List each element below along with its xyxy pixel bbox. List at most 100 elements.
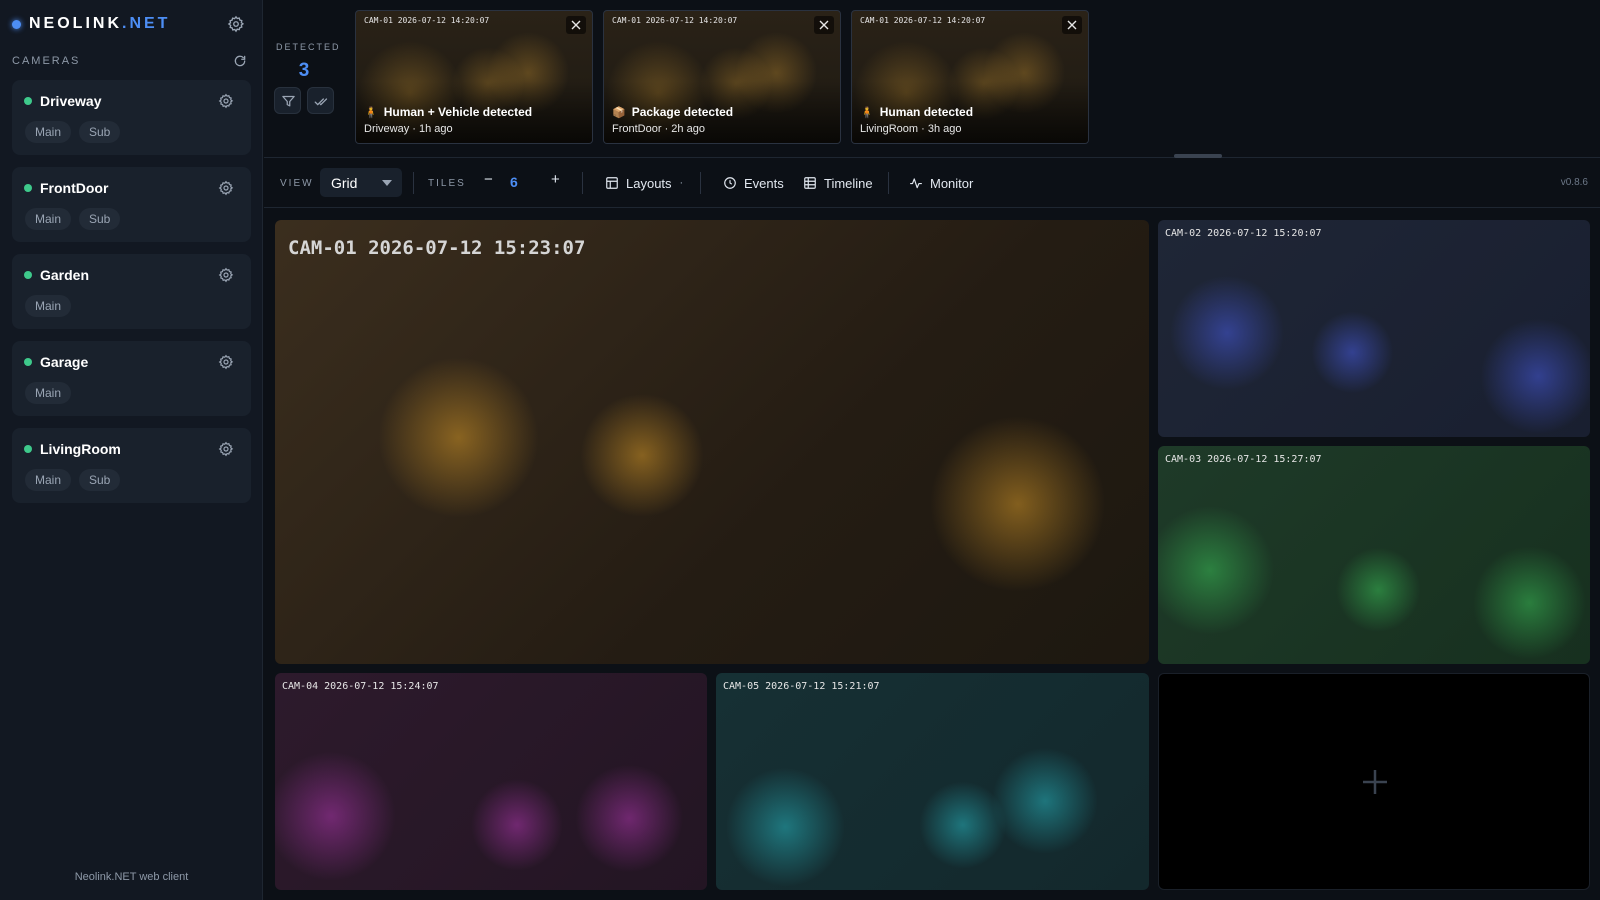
camera-tile[interactable]: CAM-04 2026-07-12 15:24:07 [275, 673, 707, 890]
camera-settings-gear-icon[interactable] [218, 93, 234, 109]
filter-button[interactable] [274, 87, 301, 114]
camera-tile[interactable]: CAM-05 2026-07-12 15:21:07 [716, 673, 1149, 890]
stream-chip-main[interactable]: Main [25, 121, 72, 143]
camera-name: LivingRoom [40, 441, 121, 457]
detection-card[interactable]: CAM-01 2026-07-12 14:20:07 📦 Package det… [603, 10, 841, 144]
camera-name: Driveway [40, 93, 102, 109]
status-online-dot [24, 358, 32, 366]
detection-timestamp: CAM-01 2026-07-12 14:20:07 [364, 16, 490, 25]
brand-tld: .NET [122, 15, 171, 32]
view-select-value: Grid [331, 175, 358, 191]
timeline-button[interactable]: Timeline [803, 172, 873, 194]
camera-settings-gear-icon[interactable] [218, 180, 234, 196]
stream-chip-main[interactable]: Main [25, 208, 72, 230]
layouts-suffix: · [679, 177, 684, 189]
sidebar-footer: Neolink.NET web client [74, 871, 189, 883]
tile-overlay-timestamp: CAM-04 2026-07-12 15:24:07 [282, 681, 439, 692]
detection-subtitle: FrontDoor · 2h ago [612, 123, 705, 135]
camera-tile[interactable]: CAM-03 2026-07-12 15:27:07 [1158, 446, 1590, 664]
toolbar: VIEW Grid TILES − 6 + Layouts · Events T… [264, 158, 1600, 208]
cameras-section-title: CAMERAS [12, 55, 81, 67]
camera-card-garage[interactable]: Garage Main [12, 341, 251, 416]
package-icon: 📦 [612, 106, 626, 119]
close-icon [1067, 20, 1077, 30]
divider [700, 172, 701, 194]
filter-icon [282, 95, 295, 107]
camera-tile[interactable]: CAM-02 2026-07-12 15:20:07 [1158, 220, 1590, 437]
camera-card-garden[interactable]: Garden Main [12, 254, 251, 329]
activity-icon [910, 178, 922, 189]
divider [582, 172, 583, 194]
camera-card-livingroom[interactable]: LivingRoom Main Sub [12, 428, 251, 503]
brand-logo: NEOLINK .NET [12, 15, 170, 33]
status-online-dot [24, 97, 32, 105]
tile-overlay-timestamp: CAM-05 2026-07-12 15:21:07 [723, 681, 880, 692]
person-icon: 🧍 [364, 106, 378, 119]
plus-icon [1363, 770, 1387, 794]
camera-name: Garage [40, 354, 89, 370]
brand-name: NEOLINK [29, 15, 122, 32]
chevron-down-icon [382, 180, 392, 186]
refresh-icon[interactable] [233, 54, 247, 68]
timeline-label: Timeline [824, 175, 873, 191]
monitor-label: Monitor [930, 175, 974, 191]
dismiss-button[interactable] [566, 16, 586, 34]
tile-overlay-timestamp: CAM-03 2026-07-12 15:27:07 [1165, 454, 1322, 465]
tiles-decrement-button[interactable]: − [484, 171, 493, 188]
detection-card[interactable]: CAM-01 2026-07-12 14:20:07 🧍 Human detec… [851, 10, 1089, 144]
view-label: VIEW [280, 178, 314, 189]
detection-subtitle: LivingRoom · 3h ago [860, 123, 962, 135]
version-label: v0.8.6 [1560, 177, 1588, 188]
detection-strip: DETECTED 3 CAM-01 2026-07-12 14:20:07 🧍 … [264, 0, 1600, 158]
clock-icon [724, 177, 736, 189]
dismiss-button[interactable] [1062, 16, 1082, 34]
camera-name: Garden [40, 267, 90, 283]
detection-timestamp: CAM-01 2026-07-12 14:20:07 [612, 16, 738, 25]
camera-tile-main[interactable]: CAM-01 2026-07-12 15:23:07 [275, 220, 1149, 664]
divider [413, 172, 414, 194]
camera-settings-gear-icon[interactable] [218, 441, 234, 457]
view-select[interactable]: Grid [320, 168, 402, 197]
camera-card-driveway[interactable]: Driveway Main Sub [12, 80, 251, 155]
detection-title: 🧍 Human detected [860, 105, 973, 119]
tile-overlay-timestamp: CAM-02 2026-07-12 15:20:07 [1165, 228, 1322, 239]
detection-subtitle: Driveway · 1h ago [364, 123, 453, 135]
monitor-button[interactable]: Monitor [909, 172, 973, 194]
close-icon [571, 20, 581, 30]
layouts-label: Layouts [626, 175, 672, 191]
layouts-button[interactable]: Layouts · [605, 172, 683, 194]
stream-chip-sub[interactable]: Sub [79, 121, 121, 143]
detection-title-text: Package detected [631, 105, 734, 119]
camera-settings-gear-icon[interactable] [218, 354, 234, 370]
sidebar: NEOLINK .NET CAMERAS Driveway Main Sub F… [0, 0, 263, 900]
status-online-dot [24, 271, 32, 279]
detection-card[interactable]: CAM-01 2026-07-12 14:20:07 🧍 Human + Veh… [355, 10, 593, 144]
events-button[interactable]: Events [723, 172, 784, 194]
events-label: Events [744, 175, 784, 191]
stream-chip-main[interactable]: Main [25, 382, 72, 404]
stream-chip-main[interactable]: Main [25, 295, 72, 317]
camera-settings-gear-icon[interactable] [218, 267, 234, 283]
detection-title-text: Human detected [879, 105, 974, 119]
detected-label: DETECTED [276, 42, 341, 52]
settings-gear-icon[interactable] [227, 15, 245, 33]
tile-overlay-timestamp: CAM-01 2026-07-12 15:23:07 [288, 237, 586, 259]
stream-chip-sub[interactable]: Sub [79, 208, 121, 230]
divider [888, 172, 889, 194]
detection-title: 🧍 Human + Vehicle detected [364, 105, 532, 119]
empty-tile-add-camera[interactable] [1158, 673, 1590, 890]
tiles-increment-button[interactable]: + [551, 171, 560, 188]
tiles-label: TILES [428, 178, 466, 189]
stream-chip-main[interactable]: Main [25, 469, 72, 491]
detection-title: 📦 Package detected [612, 105, 733, 119]
detection-timestamp: CAM-01 2026-07-12 14:20:07 [860, 16, 986, 25]
camera-card-frontdoor[interactable]: FrontDoor Main Sub [12, 167, 251, 242]
detected-count: 3 [298, 60, 310, 81]
calendar-grid-icon [804, 177, 816, 189]
stream-chip-sub[interactable]: Sub [79, 469, 121, 491]
layout-icon [606, 177, 618, 189]
double-check-icon [314, 98, 328, 106]
mark-all-read-button[interactable] [307, 87, 334, 114]
detection-title-text: Human + Vehicle detected [383, 105, 533, 119]
dismiss-button[interactable] [814, 16, 834, 34]
